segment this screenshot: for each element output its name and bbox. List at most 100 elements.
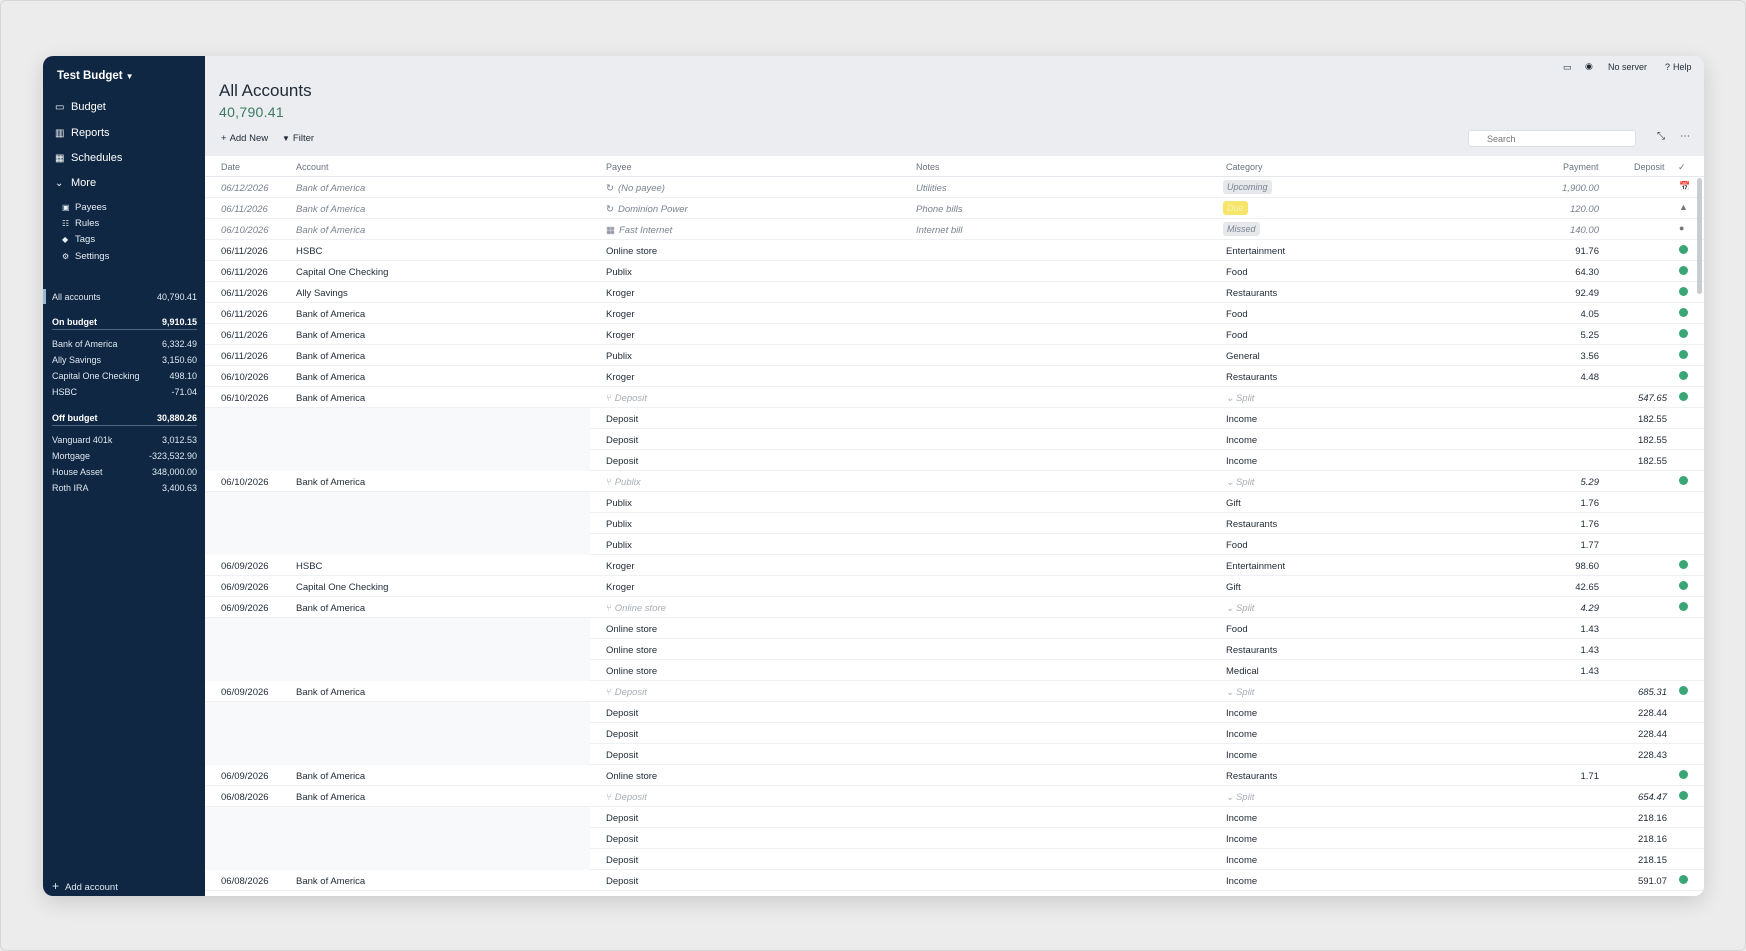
deposit-cell[interactable]: 685.31 <box>1638 687 1667 698</box>
cleared-icon[interactable] <box>1679 245 1688 254</box>
cleared-icon[interactable] <box>1679 476 1688 485</box>
date-cell[interactable]: 06/11/2026 <box>221 246 268 257</box>
eye-icon[interactable]: ◉ <box>1585 61 1593 72</box>
cleared-icon[interactable] <box>1679 602 1688 611</box>
account-cell[interactable]: Bank of America <box>296 771 365 782</box>
account-cell[interactable]: Bank of America <box>296 351 365 362</box>
account-item[interactable]: Vanguard 401k 3,012.53 <box>52 432 197 447</box>
payee-cell[interactable]: Kroger <box>606 561 635 572</box>
category-cell[interactable]: Restaurants <box>1226 288 1277 299</box>
cleared-icon[interactable] <box>1679 581 1688 590</box>
date-cell[interactable]: 06/11/2026 <box>221 309 268 320</box>
filter-button[interactable]: ▼ Filter <box>282 133 314 144</box>
deposit-cell[interactable]: 547.65 <box>1638 393 1667 404</box>
payment-cell[interactable]: 1.43 <box>1581 645 1600 656</box>
account-cell[interactable]: Bank of America <box>296 792 365 803</box>
deposit-cell[interactable]: 228.44 <box>1638 708 1667 719</box>
category-cell[interactable]: Income <box>1226 435 1257 446</box>
table-row[interactable]: 06/11/2026 Bank of America Publix General 3.… <box>205 345 1704 366</box>
payee-cell[interactable]: Deposit <box>606 876 638 887</box>
category-cell[interactable]: Restaurants <box>1226 771 1277 782</box>
split-row[interactable]: Deposit Income 182.55 <box>205 408 1704 429</box>
date-cell[interactable]: 06/11/2026 <box>221 351 268 362</box>
account-item[interactable]: HSBC -71.04 <box>52 385 197 400</box>
payee-cell[interactable]: ↻ (No payee) <box>606 183 665 194</box>
scrollbar[interactable] <box>1697 178 1702 294</box>
category-cell[interactable]: Income <box>1226 855 1257 866</box>
payment-cell[interactable]: 1,900.00 <box>1562 183 1599 194</box>
split-row[interactable]: Deposit Income 218.16 <box>205 828 1704 849</box>
cleared-icon[interactable] <box>1679 329 1688 338</box>
deposit-cell[interactable]: 654.47 <box>1638 792 1667 803</box>
category-cell[interactable]: ⌄ Split <box>1226 603 1254 614</box>
date-cell[interactable]: 06/11/2026 <box>221 330 268 341</box>
table-row[interactable]: 06/11/2026 Ally Savings Kroger Restaurants 9… <box>205 282 1704 303</box>
table-row[interactable]: 06/12/2026 Bank of America ↻ (No payee) Util… <box>205 177 1704 198</box>
category-cell[interactable]: ⌄ Split <box>1226 687 1254 698</box>
payee-cell[interactable]: Online store <box>606 666 657 677</box>
account-cell[interactable]: Capital One Checking <box>296 267 388 278</box>
nav-reports[interactable]: ▥ Reports <box>55 123 110 143</box>
date-cell[interactable]: 06/12/2026 <box>221 183 269 194</box>
payment-cell[interactable]: 1.43 <box>1581 624 1600 635</box>
payee-cell[interactable]: Publix <box>606 351 632 362</box>
category-cell[interactable]: General <box>1226 351 1260 362</box>
payment-cell[interactable]: 4.48 <box>1581 372 1600 383</box>
col-deposit[interactable]: Deposit <box>1634 162 1665 172</box>
category-cell[interactable]: Food <box>1226 330 1248 341</box>
sync-status-icon[interactable]: ▭ <box>1563 62 1572 73</box>
all-accounts-item[interactable]: All accounts 40,790.41 <box>52 289 197 304</box>
payee-cell[interactable]: Online store <box>606 645 657 656</box>
payment-cell[interactable]: 91.76 <box>1575 246 1599 257</box>
nav-settings[interactable]: ⚙ Settings <box>62 249 109 264</box>
account-cell[interactable]: Bank of America <box>296 603 365 614</box>
col-payment[interactable]: Payment <box>1563 162 1599 172</box>
category-cell[interactable]: ⌄ Split <box>1226 393 1254 404</box>
deposit-cell[interactable]: 182.55 <box>1638 456 1667 467</box>
notes-cell[interactable]: Phone bills <box>916 204 962 215</box>
split-row[interactable]: Deposit Income 228.44 <box>205 702 1704 723</box>
date-cell[interactable]: 06/09/2026 <box>221 603 269 614</box>
account-cell[interactable]: Bank of America <box>296 309 365 320</box>
schedule-status-icon[interactable]: ▲ <box>1679 202 1691 214</box>
payment-cell[interactable]: 92.49 <box>1575 288 1599 299</box>
payment-cell[interactable]: 1.71 <box>1581 771 1600 782</box>
category-cell[interactable]: Medical <box>1226 666 1259 677</box>
deposit-cell[interactable]: 182.55 <box>1638 414 1667 425</box>
deposit-cell[interactable]: 218.16 <box>1638 834 1667 845</box>
payee-cell[interactable]: Online store <box>606 771 657 782</box>
account-cell[interactable]: Bank of America <box>296 330 365 341</box>
category-cell[interactable]: Income <box>1226 876 1257 887</box>
add-new-button[interactable]: + Add New <box>221 133 268 144</box>
cleared-icon[interactable] <box>1679 350 1688 359</box>
category-cell[interactable]: Income <box>1226 750 1257 761</box>
payee-cell[interactable]: Deposit <box>606 708 638 719</box>
category-cell[interactable]: Income <box>1226 729 1257 740</box>
category-cell[interactable]: Restaurants <box>1226 645 1277 656</box>
payment-cell[interactable]: 1.77 <box>1581 540 1600 551</box>
cleared-icon[interactable] <box>1679 791 1688 800</box>
col-payee[interactable]: Payee <box>606 162 632 172</box>
schedule-status-icon[interactable]: ● <box>1679 223 1691 235</box>
payee-cell[interactable]: Kroger <box>606 288 635 299</box>
account-cell[interactable]: Bank of America <box>296 687 365 698</box>
category-cell[interactable]: Gift <box>1226 498 1241 509</box>
cleared-icon[interactable] <box>1679 392 1688 401</box>
account-cell[interactable]: Bank of America <box>296 225 365 236</box>
server-status[interactable]: No server <box>1608 62 1647 72</box>
date-cell[interactable]: 06/08/2026 <box>221 876 269 887</box>
date-cell[interactable]: 06/10/2026 <box>221 225 269 236</box>
category-cell[interactable]: Gift <box>1226 582 1241 593</box>
deposit-cell[interactable]: 591.07 <box>1638 876 1667 887</box>
account-cell[interactable]: HSBC <box>296 561 322 572</box>
payment-cell[interactable]: 1.76 <box>1581 519 1600 530</box>
category-cell[interactable]: Food <box>1226 624 1248 635</box>
account-cell[interactable]: HSBC <box>296 246 322 257</box>
payment-cell[interactable]: 98.60 <box>1575 561 1599 572</box>
col-cleared[interactable]: ✓ <box>1678 162 1686 173</box>
date-cell[interactable]: 06/08/2026 <box>221 792 269 803</box>
payee-cell[interactable]: Deposit <box>606 435 638 446</box>
payee-cell[interactable]: Deposit <box>606 414 638 425</box>
payment-cell[interactable]: 5.29 <box>1581 477 1600 488</box>
col-date[interactable]: Date <box>221 162 240 172</box>
